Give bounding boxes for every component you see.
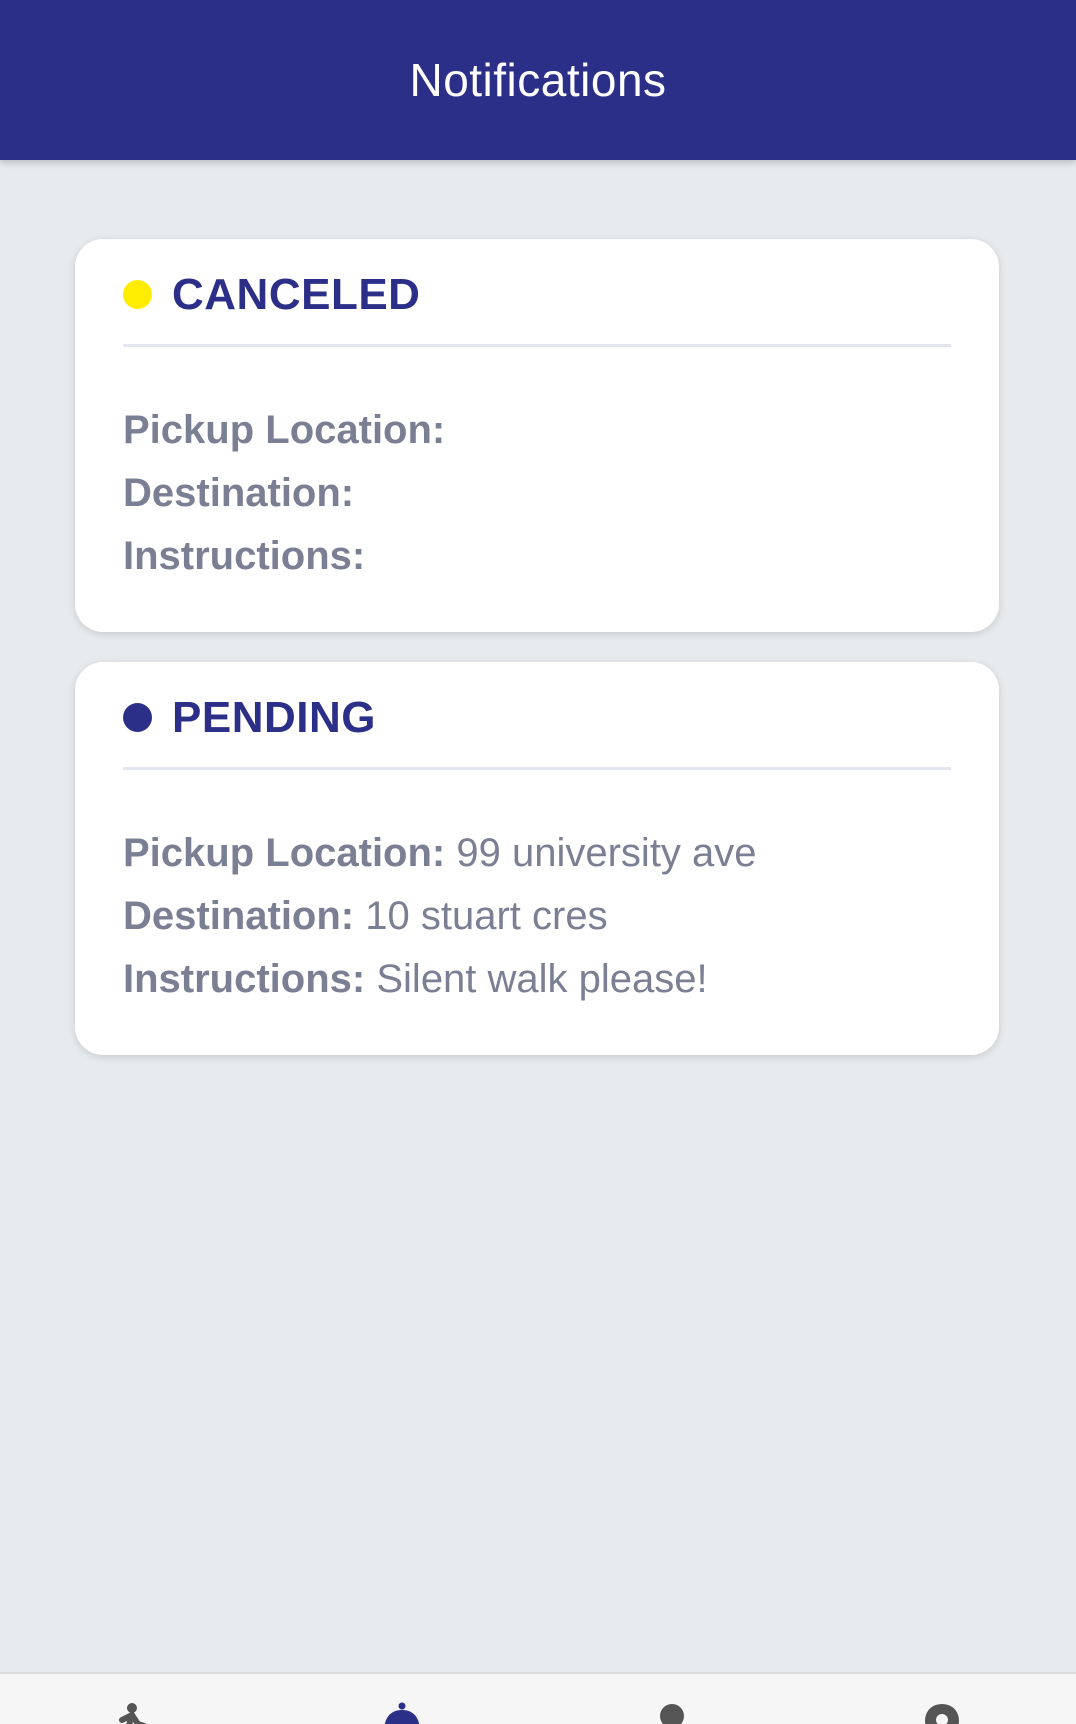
- destination-label: Destination:: [123, 894, 355, 938]
- pickup-location-row: Pickup Location: 99 university ave: [123, 822, 951, 885]
- status-label: CANCELED: [172, 269, 421, 319]
- notification-card-header: PENDING: [123, 662, 951, 770]
- instructions-value: Silent walk please!: [376, 957, 708, 1001]
- destination-row: Destination: 10 stuart cres: [123, 885, 951, 948]
- status-dot-icon: [123, 280, 152, 309]
- destination-value: 10 stuart cres: [365, 894, 608, 938]
- pickup-location-label: Pickup Location:: [123, 408, 446, 452]
- pickup-location-label: Pickup Location:: [123, 831, 446, 875]
- instructions-label: Instructions:: [123, 534, 366, 578]
- status-label: PENDING: [172, 692, 376, 742]
- walk-icon: [119, 1703, 147, 1724]
- profile-icon: [660, 1704, 684, 1724]
- nav-item-profile[interactable]: [650, 1702, 694, 1724]
- nav-item-location[interactable]: [920, 1702, 964, 1724]
- nav-item-walk[interactable]: [108, 1702, 152, 1724]
- instructions-row: Instructions:: [123, 525, 951, 588]
- notification-card-body: Pickup Location: Destination: Instructio…: [123, 347, 951, 588]
- notification-card-canceled[interactable]: CANCELED Pickup Location: Destination: I…: [75, 239, 999, 632]
- app-header: Notifications: [0, 0, 1076, 160]
- status-dot-icon: [123, 703, 152, 732]
- notification-card-pending[interactable]: PENDING Pickup Location: 99 university a…: [75, 662, 999, 1055]
- nav-item-notifications[interactable]: [380, 1702, 424, 1724]
- pickup-location-value: 99 university ave: [456, 831, 757, 875]
- location-pin-icon: [925, 1704, 959, 1724]
- notification-card-body: Pickup Location: 99 university ave Desti…: [123, 770, 951, 1011]
- destination-label: Destination:: [123, 471, 355, 515]
- instructions-label: Instructions:: [123, 957, 366, 1001]
- destination-row: Destination:: [123, 462, 951, 525]
- page-title: Notifications: [409, 54, 667, 106]
- notification-bell-icon: [384, 1702, 420, 1724]
- bottom-nav: [0, 1672, 1076, 1724]
- notification-card-header: CANCELED: [123, 239, 951, 347]
- pickup-location-row: Pickup Location:: [123, 399, 951, 462]
- instructions-row: Instructions: Silent walk please!: [123, 948, 951, 1011]
